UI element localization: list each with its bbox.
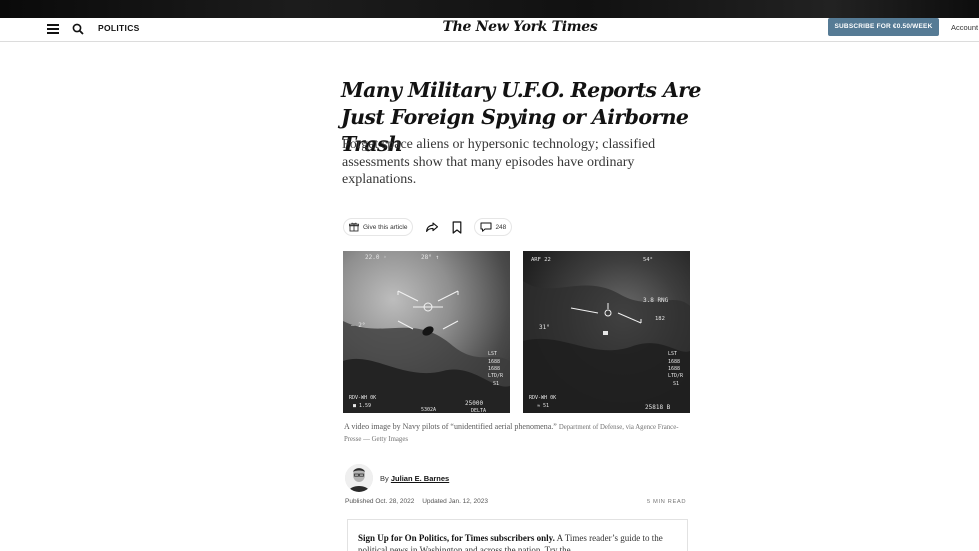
published-date: Published Oct. 28, 2022 xyxy=(345,498,415,505)
overlay-text: 28° ↑ xyxy=(421,254,439,261)
share-icon[interactable] xyxy=(425,220,439,234)
gift-icon xyxy=(349,222,359,232)
signup-title: Sign Up for On Politics, for Times subsc… xyxy=(358,533,555,543)
comment-count: 248 xyxy=(495,223,507,231)
overlay-text: — 2° xyxy=(351,322,365,329)
overlay-text: 25818 B xyxy=(645,404,671,411)
overlay-text: 54° xyxy=(643,257,653,263)
overlay-text: 5302A xyxy=(421,407,436,413)
site-header: POLITICS The New York Times SUBSCRIBE FO… xyxy=(0,18,979,42)
overlay-text: 22.0 ◦ xyxy=(365,254,387,261)
overlay-text: S1 xyxy=(493,381,499,387)
overlay-text: 1688 xyxy=(668,366,680,372)
account-link[interactable]: Account xyxy=(951,23,978,32)
author-link[interactable]: Julian E. Barnes xyxy=(391,474,449,483)
overlay-text: LTD/R xyxy=(668,373,684,379)
overlay-text: 31° xyxy=(539,324,550,331)
gift-article-button[interactable]: Give this article xyxy=(343,218,414,236)
comment-icon xyxy=(480,222,492,232)
article-summary: Forget space aliens or hypersonic techno… xyxy=(342,137,656,187)
overlay-text: 182 xyxy=(655,316,665,322)
search-icon[interactable] xyxy=(71,22,85,36)
overlay-text: 25000 xyxy=(465,400,483,407)
byline-prefix: By xyxy=(380,473,389,483)
overlay-text: 1688 xyxy=(488,366,500,372)
overlay-text: RDV-WH 0K xyxy=(529,395,556,401)
ufo-video-still-1: 22.0 ◦ 28° ↑ — 2° LST 1688 1688 LTD/R S1… xyxy=(343,251,510,413)
newsletter-signup-box[interactable]: Sign Up for On Politics, for Times subsc… xyxy=(347,519,688,551)
section-politics-link[interactable]: POLITICS xyxy=(98,23,140,33)
nyt-logo[interactable]: The New York Times xyxy=(440,19,600,35)
subscribe-button[interactable]: SUBSCRIBE FOR €0.50/WEEK xyxy=(828,18,939,36)
overlay-text: LST xyxy=(488,351,497,357)
bookmark-icon[interactable] xyxy=(452,220,462,234)
overlay-text: S1 xyxy=(673,381,679,387)
overlay-text: 1688 xyxy=(668,359,680,365)
overlay-text: RDV-WH 0K xyxy=(349,395,376,401)
caption-text: A video image by Navy pilots of “unident… xyxy=(344,422,557,431)
overlay-text: 3.8 RNG xyxy=(643,297,669,304)
article-dates: Published Oct. 28, 2022 Updated Jan. 12,… xyxy=(345,498,488,505)
overlay-text: ■ 1.59 xyxy=(353,403,371,409)
updated-date: Updated Jan. 12, 2023 xyxy=(422,498,488,505)
overlay-text: ARF 22 xyxy=(531,257,551,263)
author-avatar[interactable] xyxy=(345,464,373,492)
byline-text: By Julian E. Barnes xyxy=(380,474,449,483)
read-time: 5 MIN READ xyxy=(647,499,687,505)
overlay-text: 1688 xyxy=(488,359,500,365)
byline: By Julian E. Barnes xyxy=(345,464,449,492)
gift-article-label: Give this article xyxy=(363,223,408,231)
share-tools: Give this article 248 xyxy=(343,217,513,237)
comments-button[interactable]: 248 xyxy=(474,218,513,236)
top-video-strip xyxy=(0,0,979,18)
overlay-text: ≈ 51 xyxy=(537,403,549,409)
overlay-text: LTD/R xyxy=(488,373,504,379)
overlay-text: DELTA xyxy=(471,408,486,413)
ufo-video-still-2: ARF 22 54° 3.8 RNG 182 31° LST 1688 1688… xyxy=(523,251,690,413)
image-caption: A video image by Navy pilots of “unident… xyxy=(344,421,684,445)
menu-icon[interactable] xyxy=(47,24,59,35)
overlay-text: LST xyxy=(668,351,677,357)
